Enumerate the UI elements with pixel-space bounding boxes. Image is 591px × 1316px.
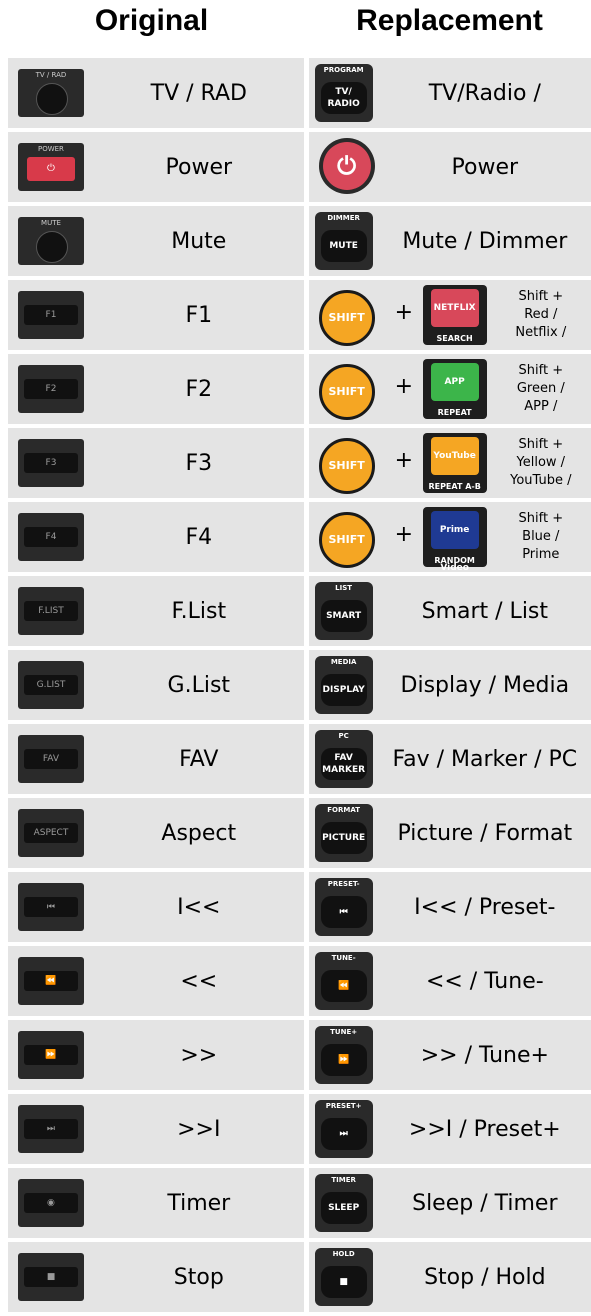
original-label: G.List (93, 650, 304, 720)
original-label: >>I (93, 1094, 304, 1164)
original-label: >> (93, 1020, 304, 1090)
skip-forward-icon: ⏭ (17, 1105, 84, 1153)
aspect-button-icon: ASPECT (17, 809, 84, 857)
table-row: ⏭ >>I PRESET+ ⏭ >>I / Preset+ (8, 1094, 591, 1164)
table-row: MUTE Mute DIMMER MUTE Mute / Dimmer (8, 206, 591, 276)
power-icon: ⏻ (318, 138, 375, 194)
g-list-button-icon: G.LIST (17, 661, 84, 709)
f4-button-icon: F4 (17, 513, 84, 561)
netflix-button-icon: NETFLIX SEARCH (422, 285, 487, 345)
original-label: << (93, 946, 304, 1016)
table-row: TV / RAD TV / RAD PROGRAM TV/ RADIO TV/R… (8, 58, 591, 128)
original-label: I<< (93, 872, 304, 942)
original-label: TV / RAD (93, 58, 304, 128)
plus-sign: + (394, 522, 414, 547)
youtube-button-icon: YouTube REPEAT A-B (422, 433, 487, 493)
replacement-label: Shift + Red / Netflix / (515, 289, 567, 340)
replacement-label: Fav / Marker / PC (392, 746, 578, 772)
replacement-label: Sleep / Timer (412, 1190, 558, 1216)
button-mapping-table: TV / RAD TV / RAD PROGRAM TV/ RADIO TV/R… (8, 54, 591, 1316)
fav-button-icon: FAV (17, 735, 84, 783)
replacement-label: Picture / Format (397, 820, 573, 846)
skip-back-icon: ⏮ (17, 883, 84, 931)
tune-plus-button-icon: TUNE+ ⏩ (314, 1026, 373, 1084)
f2-button-icon: F2 (17, 365, 84, 413)
original-label: Timer (93, 1168, 304, 1238)
f3-button-icon: F3 (17, 439, 84, 487)
replacement-label: I<< / Preset- (414, 894, 556, 920)
header-replacement: Replacement (356, 4, 543, 37)
display-button-icon: MEDIA DISPLAY (314, 656, 373, 714)
replacement-label: Shift + Green / APP / (516, 363, 565, 414)
table-row: F4 F4 SHIFT + Prime Video RANDOM Shift +… (8, 502, 591, 573)
stop-icon: ■ (17, 1253, 84, 1301)
replacement-label: Smart / List (421, 598, 549, 624)
shift-button-icon: SHIFT (318, 290, 375, 346)
tv-rad-button-icon: TV / RAD (17, 69, 84, 117)
sleep-button-icon: TIMER SLEEP (314, 1174, 373, 1232)
picture-button-icon: FORMAT PICTURE (314, 804, 373, 862)
original-label: Stop (93, 1242, 304, 1312)
hold-button-icon: HOLD ■ (314, 1248, 373, 1306)
prime-video-button-icon: Prime Video RANDOM (422, 507, 487, 573)
plus-sign: + (394, 300, 414, 325)
original-icon-cell: TV / RAD (8, 58, 94, 128)
f1-button-icon: F1 (17, 291, 84, 339)
table-row: G.LIST G.List MEDIA DISPLAY Display / Me… (8, 650, 591, 720)
table-row: ASPECT Aspect FORMAT PICTURE Picture / F… (8, 798, 591, 868)
fav-marker-button-icon: PC FAV MARKER (314, 730, 373, 788)
original-label: FAV (93, 724, 304, 794)
f-list-button-icon: F.LIST (17, 587, 84, 635)
replacement-label: Display / Media (400, 672, 570, 698)
table-row: ■ Stop HOLD ■ Stop / Hold (8, 1242, 591, 1312)
table-row: ⏩ >> TUNE+ ⏩ >> / Tune+ (8, 1020, 591, 1090)
original-label: F1 (93, 280, 304, 350)
table-row: ⏮ I<< PRESET- ⏮ I<< / Preset- (8, 872, 591, 942)
table-row: ⏪ << TUNE- ⏪ << / Tune- (8, 946, 591, 1016)
mute-dimmer-button-icon: DIMMER MUTE (314, 212, 373, 270)
replacement-label: Stop / Hold (424, 1264, 546, 1290)
table-row: F.LIST F.List LIST SMART Smart / List (8, 576, 591, 646)
replacement-label: >> / Tune+ (420, 1042, 549, 1068)
replacement-label: >>I / Preset+ (408, 1116, 561, 1142)
smart-button-icon: LIST SMART (314, 582, 373, 640)
rewind-icon: ⏪ (17, 957, 84, 1005)
table-row: F2 F2 SHIFT + APP REPEAT Shift + Green /… (8, 354, 591, 424)
mute-button-icon: MUTE (17, 217, 84, 265)
original-label: Mute (93, 206, 304, 276)
power-button-icon: POWER ⏻ (17, 143, 84, 191)
preset-plus-button-icon: PRESET+ ⏭ (314, 1100, 373, 1158)
preset-minus-button-icon: PRESET- ⏮ (314, 878, 373, 936)
shift-button-icon: SHIFT (318, 438, 375, 494)
tune-minus-button-icon: TUNE- ⏪ (314, 952, 373, 1010)
timer-icon: ◉ (17, 1179, 84, 1227)
replacement-cell: PROGRAM TV/ RADIO TV/Radio / (308, 58, 591, 128)
original-label: F.List (93, 576, 304, 646)
shift-button-icon: SHIFT (318, 364, 375, 420)
replacement-label: Shift + Yellow / YouTube / (510, 437, 572, 488)
tv-radio-button-icon: PROGRAM TV/ RADIO (314, 64, 373, 122)
replacement-label: << / Tune- (425, 968, 544, 994)
plus-sign: + (394, 448, 414, 473)
table-row: POWER ⏻ Power ⏻ Power (8, 132, 591, 202)
replacement-label: Mute / Dimmer (402, 228, 568, 254)
table-row: F3 F3 SHIFT + YouTube REPEAT A-B Shift +… (8, 428, 591, 498)
table-row: F1 F1 SHIFT + NETFLIX SEARCH Shift + Red… (8, 280, 591, 350)
plus-sign: + (394, 374, 414, 399)
replacement-label: Power (451, 154, 519, 180)
original-label: Aspect (93, 798, 304, 868)
fast-forward-icon: ⏩ (17, 1031, 84, 1079)
original-label: Power (93, 132, 304, 202)
table-header: Original Replacement (0, 0, 591, 50)
original-label: F2 (93, 354, 304, 424)
app-button-icon: APP REPEAT (422, 359, 487, 419)
original-label: F3 (93, 428, 304, 498)
table-row: FAV FAV PC FAV MARKER Fav / Marker / PC (8, 724, 591, 794)
replacement-label: Shift + Blue / Prime (518, 511, 564, 562)
header-original: Original (94, 4, 209, 37)
original-label: F4 (93, 502, 304, 572)
table-row: ◉ Timer TIMER SLEEP Sleep / Timer (8, 1168, 591, 1238)
replacement-label: TV/Radio / (428, 80, 541, 106)
shift-button-icon: SHIFT (318, 512, 375, 568)
